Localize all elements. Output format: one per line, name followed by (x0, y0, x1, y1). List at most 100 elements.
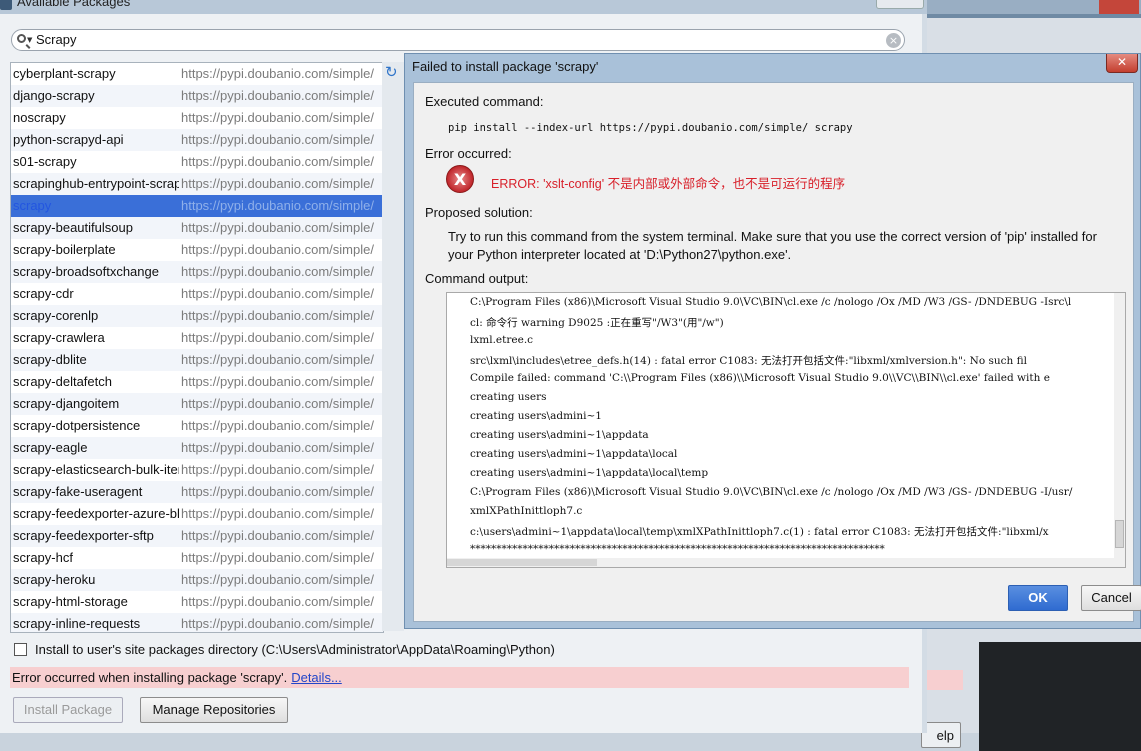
background-close-button[interactable] (1099, 0, 1139, 14)
package-row[interactable]: scrapy-hcf https://pypi.doubanio.com/simp… (11, 547, 383, 569)
package-url-cell: https://pypi.doubanio.com/simple/ (179, 393, 383, 415)
window-title: Available Packages (17, 0, 131, 9)
error-text: ERROR: 'xslt-config' 不是内部或外部命令，也不是可运行的程序 (491, 177, 846, 191)
install-to-user-checkbox[interactable] (14, 643, 27, 656)
details-link[interactable]: Details... (291, 670, 342, 685)
clear-search-icon[interactable]: × (886, 33, 901, 48)
package-repository-url: https://pypi.doubanio.com/simple/ (181, 330, 374, 345)
package-name: scrapy-feedexporter-sftp (13, 528, 154, 543)
package-url-cell: https://pypi.doubanio.com/simple/ (179, 349, 383, 371)
package-name: python-scrapyd-api (13, 132, 124, 147)
command-output-box[interactable]: ****************************************… (446, 292, 1126, 568)
output-line: xmlXPathInittloph7.c (470, 505, 583, 517)
package-row[interactable]: scrapy-deltafetch https://pypi.doubanio.c… (11, 371, 383, 393)
package-row[interactable]: scrapy-elasticsearch-bulk-item-exporter h… (11, 459, 383, 481)
package-url-cell: https://pypi.doubanio.com/simple/ (179, 437, 383, 459)
output-line: C:\Program Files (x86)\Microsoft Visual … (470, 296, 1072, 308)
package-name: s01-scrapy (13, 154, 77, 169)
dialog-close-button[interactable]: ✕ (1106, 54, 1138, 73)
output-line: creating users\admini~1 (470, 410, 602, 422)
cancel-button[interactable]: Cancel (1081, 585, 1141, 611)
package-row[interactable]: scrapy-heroku https://pypi.doubanio.com/s… (11, 569, 383, 591)
output-line: creating users (470, 391, 547, 403)
proposed-solution-label: Proposed solution: (425, 205, 533, 220)
reload-icon[interactable]: ↻ (385, 64, 401, 80)
search-icon (17, 34, 26, 43)
executed-command: pip install --index-url https://pypi.dou… (448, 122, 853, 134)
scrollbar-thumb[interactable] (447, 559, 597, 566)
package-repository-url: https://pypi.doubanio.com/simple/ (181, 154, 374, 169)
package-row[interactable]: scrapy-feedexporter-azure-blob https://py… (11, 503, 383, 525)
package-repository-url: https://pypi.doubanio.com/simple/ (181, 88, 374, 103)
package-row[interactable]: scrapy-feedexporter-sftp https://pypi.dou… (11, 525, 383, 547)
package-row[interactable]: python-scrapyd-api https://pypi.doubanio.… (11, 129, 383, 151)
package-repository-url: https://pypi.doubanio.com/simple/ (181, 484, 374, 499)
ok-button[interactable]: OK (1008, 585, 1068, 611)
package-row[interactable]: scrapy-dblite https://pypi.doubanio.com/s… (11, 349, 383, 371)
help-button[interactable]: elp (921, 722, 961, 748)
package-row[interactable]: scrapy-cdr https://pypi.doubanio.com/simp… (11, 283, 383, 305)
package-row[interactable]: scrapy-eagle https://pypi.doubanio.com/si… (11, 437, 383, 459)
package-name: scrapy-corenlp (13, 308, 99, 323)
package-name: scrapy-boilerplate (13, 242, 116, 257)
package-repository-url: https://pypi.doubanio.com/simple/ (181, 616, 374, 631)
dialog-title: Failed to install package 'scrapy' (412, 59, 599, 74)
package-name: scrapy-crawlera (13, 330, 105, 345)
package-name: scrapy-eagle (13, 440, 88, 455)
search-field[interactable]: ▼ Scrapy × (11, 29, 905, 51)
package-repository-url: https://pypi.doubanio.com/simple/ (181, 286, 374, 301)
package-row[interactable]: scrapy-dotpersistence https://pypi.douban… (11, 415, 383, 437)
output-vertical-scrollbar[interactable] (1114, 293, 1125, 567)
package-row[interactable]: s01-scrapy https://pypi.doubanio.com/simp… (11, 151, 383, 173)
package-url-cell: https://pypi.doubanio.com/simple/ (179, 107, 383, 129)
package-row[interactable]: scrapy-fake-useragent https://pypi.douban… (11, 481, 383, 503)
package-name: scrapy-heroku (13, 572, 96, 587)
package-row[interactable]: scrapinghub-entrypoint-scrapy https://pyp… (11, 173, 383, 195)
output-horizontal-scrollbar[interactable] (447, 558, 1115, 567)
package-row[interactable]: django-scrapy https://pypi.doubanio.com/s… (11, 85, 383, 107)
executed-command-label: Executed command: (425, 94, 544, 109)
search-input[interactable]: Scrapy (36, 32, 76, 47)
package-url-cell: https://pypi.doubanio.com/simple/ (179, 503, 383, 525)
package-row[interactable]: scrapy-djangoitem https://pypi.doubanio.c… (11, 393, 383, 415)
package-url-cell: https://pypi.doubanio.com/simple/ (179, 459, 383, 481)
output-line: src\lxml\includes\etree_defs.h(14) : fat… (470, 355, 1027, 367)
package-row[interactable]: cyberplant-scrapy https://pypi.doubanio.c… (11, 63, 383, 85)
package-row[interactable]: scrapy https://pypi.doubanio.com/simple/ (11, 195, 383, 217)
manage-repositories-button[interactable]: Manage Repositories (140, 697, 288, 723)
package-repository-url: https://pypi.doubanio.com/simple/ (181, 308, 374, 323)
package-name: scrapy-broadsoftxchange (13, 264, 159, 279)
error-message: Error occurred when installing package '… (12, 670, 288, 685)
output-line: Compile failed: command 'C:\\Program Fil… (470, 372, 1050, 384)
package-row[interactable]: scrapy-crawlera https://pypi.doubanio.com… (11, 327, 383, 349)
package-repository-url: https://pypi.doubanio.com/simple/ (181, 198, 374, 213)
package-list[interactable]: cyberplant-scrapy https://pypi.doubanio.c… (10, 62, 384, 633)
package-url-cell: https://pypi.doubanio.com/simple/ (179, 195, 383, 217)
install-to-user-label: Install to user's site packages director… (35, 642, 555, 657)
package-name: cyberplant-scrapy (13, 66, 116, 81)
package-row[interactable]: scrapy-broadsoftxchange https://pypi.doub… (11, 261, 383, 283)
package-repository-url: https://pypi.doubanio.com/simple/ (181, 550, 374, 565)
package-row[interactable]: scrapy-boilerplate https://pypi.doubanio.… (11, 239, 383, 261)
chevron-down-icon[interactable]: ▼ (27, 36, 32, 44)
package-row[interactable]: noscrapy https://pypi.doubanio.com/simple… (11, 107, 383, 129)
package-repository-url: https://pypi.doubanio.com/simple/ (181, 132, 374, 147)
package-name: scrapy-inline-requests (13, 616, 141, 631)
scrollbar-thumb[interactable] (1115, 520, 1124, 548)
package-url-cell: https://pypi.doubanio.com/simple/ (179, 283, 383, 305)
install-package-button[interactable]: Install Package (13, 697, 123, 723)
solution-text-line2: your Python interpreter located at 'D:\P… (448, 247, 792, 262)
window-close-button[interactable] (876, 0, 924, 9)
package-repository-url: https://pypi.doubanio.com/simple/ (181, 242, 374, 257)
package-row[interactable]: scrapy-beautifulsoup https://pypi.doubani… (11, 217, 383, 239)
package-row[interactable]: scrapy-inline-requests https://pypi.douba… (11, 613, 383, 632)
package-repository-url: https://pypi.doubanio.com/simple/ (181, 176, 374, 191)
package-repository-url: https://pypi.doubanio.com/simple/ (181, 110, 374, 125)
package-row[interactable]: scrapy-html-storage https://pypi.doubanio… (11, 591, 383, 613)
package-repository-url: https://pypi.doubanio.com/simple/ (181, 264, 374, 279)
package-url-cell: https://pypi.doubanio.com/simple/ (179, 613, 383, 632)
package-row[interactable]: scrapy-corenlp https://pypi.doubanio.com/… (11, 305, 383, 327)
package-name: scrapy-djangoitem (13, 396, 120, 411)
background-error-bar (927, 670, 963, 690)
package-name: scrapy (13, 198, 52, 213)
